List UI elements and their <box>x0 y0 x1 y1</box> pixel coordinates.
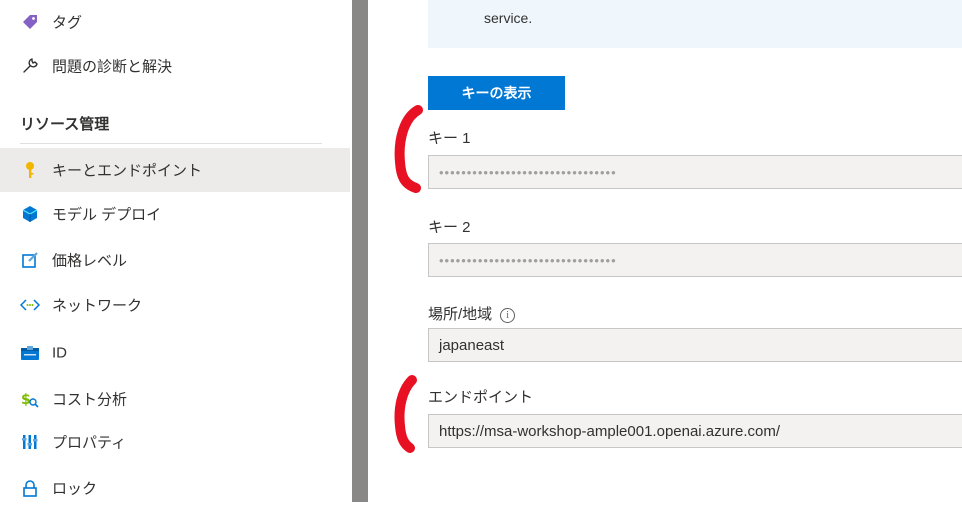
info-icon[interactable]: i <box>500 307 516 323</box>
location-label: 場所/地域 i <box>428 303 516 324</box>
section-header: リソース管理 <box>20 116 110 133</box>
sidebar-item-pricing-tier[interactable]: 価格レベル <box>0 238 350 282</box>
key-icon <box>20 160 40 180</box>
cost-analysis-icon: $ <box>20 389 40 409</box>
sidebar-item-label: タグ <box>52 14 83 32</box>
sidebar-item-label: 問題の診断と解決 <box>52 58 173 76</box>
tag-icon <box>20 12 40 32</box>
endpoint-field[interactable]: https://msa-workshop-ample001.openai.azu… <box>428 414 962 448</box>
id-card-icon <box>20 343 40 363</box>
sidebar-item-properties[interactable]: プロパティ <box>0 420 350 464</box>
sidebar-item-label: ロック <box>52 480 98 498</box>
info-text: service. <box>484 10 533 26</box>
key2-label: キー 2 <box>428 219 471 236</box>
sidebar-item-label: コスト分析 <box>52 391 128 409</box>
info-banner: service. <box>428 0 962 48</box>
key2-field[interactable]: •••••••••••••••••••••••••••••••• <box>428 243 962 277</box>
show-keys-button[interactable]: キーの表示 <box>428 76 565 110</box>
sidebar-item-identity[interactable]: ID <box>0 331 350 375</box>
svg-text:$: $ <box>21 392 31 408</box>
lock-icon <box>20 478 40 498</box>
sidebar-item-model-deploy[interactable]: モデル デプロイ <box>0 192 350 236</box>
sidebar-item-label: モデル デプロイ <box>52 206 162 224</box>
section-divider <box>20 143 322 144</box>
endpoint-label: エンドポイント <box>428 389 534 406</box>
sidebar-item-label: 価格レベル <box>52 252 128 270</box>
sidebar: タグ 問題の診断と解決 リソース管理 キーとエンドポイント モデル デプロイ 価… <box>0 0 352 502</box>
wrench-icon <box>20 56 40 76</box>
sidebar-item-label: プロパティ <box>52 434 127 452</box>
sidebar-item-keys-endpoint[interactable]: キーとエンドポイント <box>0 148 350 192</box>
sidebar-item-label: ネットワーク <box>52 297 143 315</box>
properties-icon <box>20 432 40 452</box>
key1-label: キー 1 <box>428 130 471 147</box>
sidebar-item-diagnose[interactable]: 問題の診断と解決 <box>0 44 350 88</box>
pane-splitter[interactable] <box>352 0 368 502</box>
sidebar-item-label: キーとエンドポイント <box>52 162 203 180</box>
sidebar-item-cost-analysis[interactable]: $ コスト分析 <box>0 377 350 421</box>
sidebar-item-label: ID <box>52 344 67 362</box>
location-field[interactable]: japaneast <box>428 328 962 362</box>
key1-field[interactable]: •••••••••••••••••••••••••••••••• <box>428 155 962 189</box>
edit-square-icon <box>20 250 40 270</box>
sidebar-item-locks[interactable]: ロック <box>0 466 350 510</box>
annotation-mark-keys <box>394 105 423 193</box>
sidebar-item-tags[interactable]: タグ <box>0 0 350 44</box>
network-icon <box>20 295 40 315</box>
main-content: service. キーの表示 キー 1 ••••••••••••••••••••… <box>368 0 962 502</box>
sidebar-item-network[interactable]: ネットワーク <box>0 283 350 327</box>
location-label-text: 場所/地域 <box>428 306 493 323</box>
annotation-mark-endpoint <box>394 375 417 453</box>
cube-icon <box>20 204 40 224</box>
